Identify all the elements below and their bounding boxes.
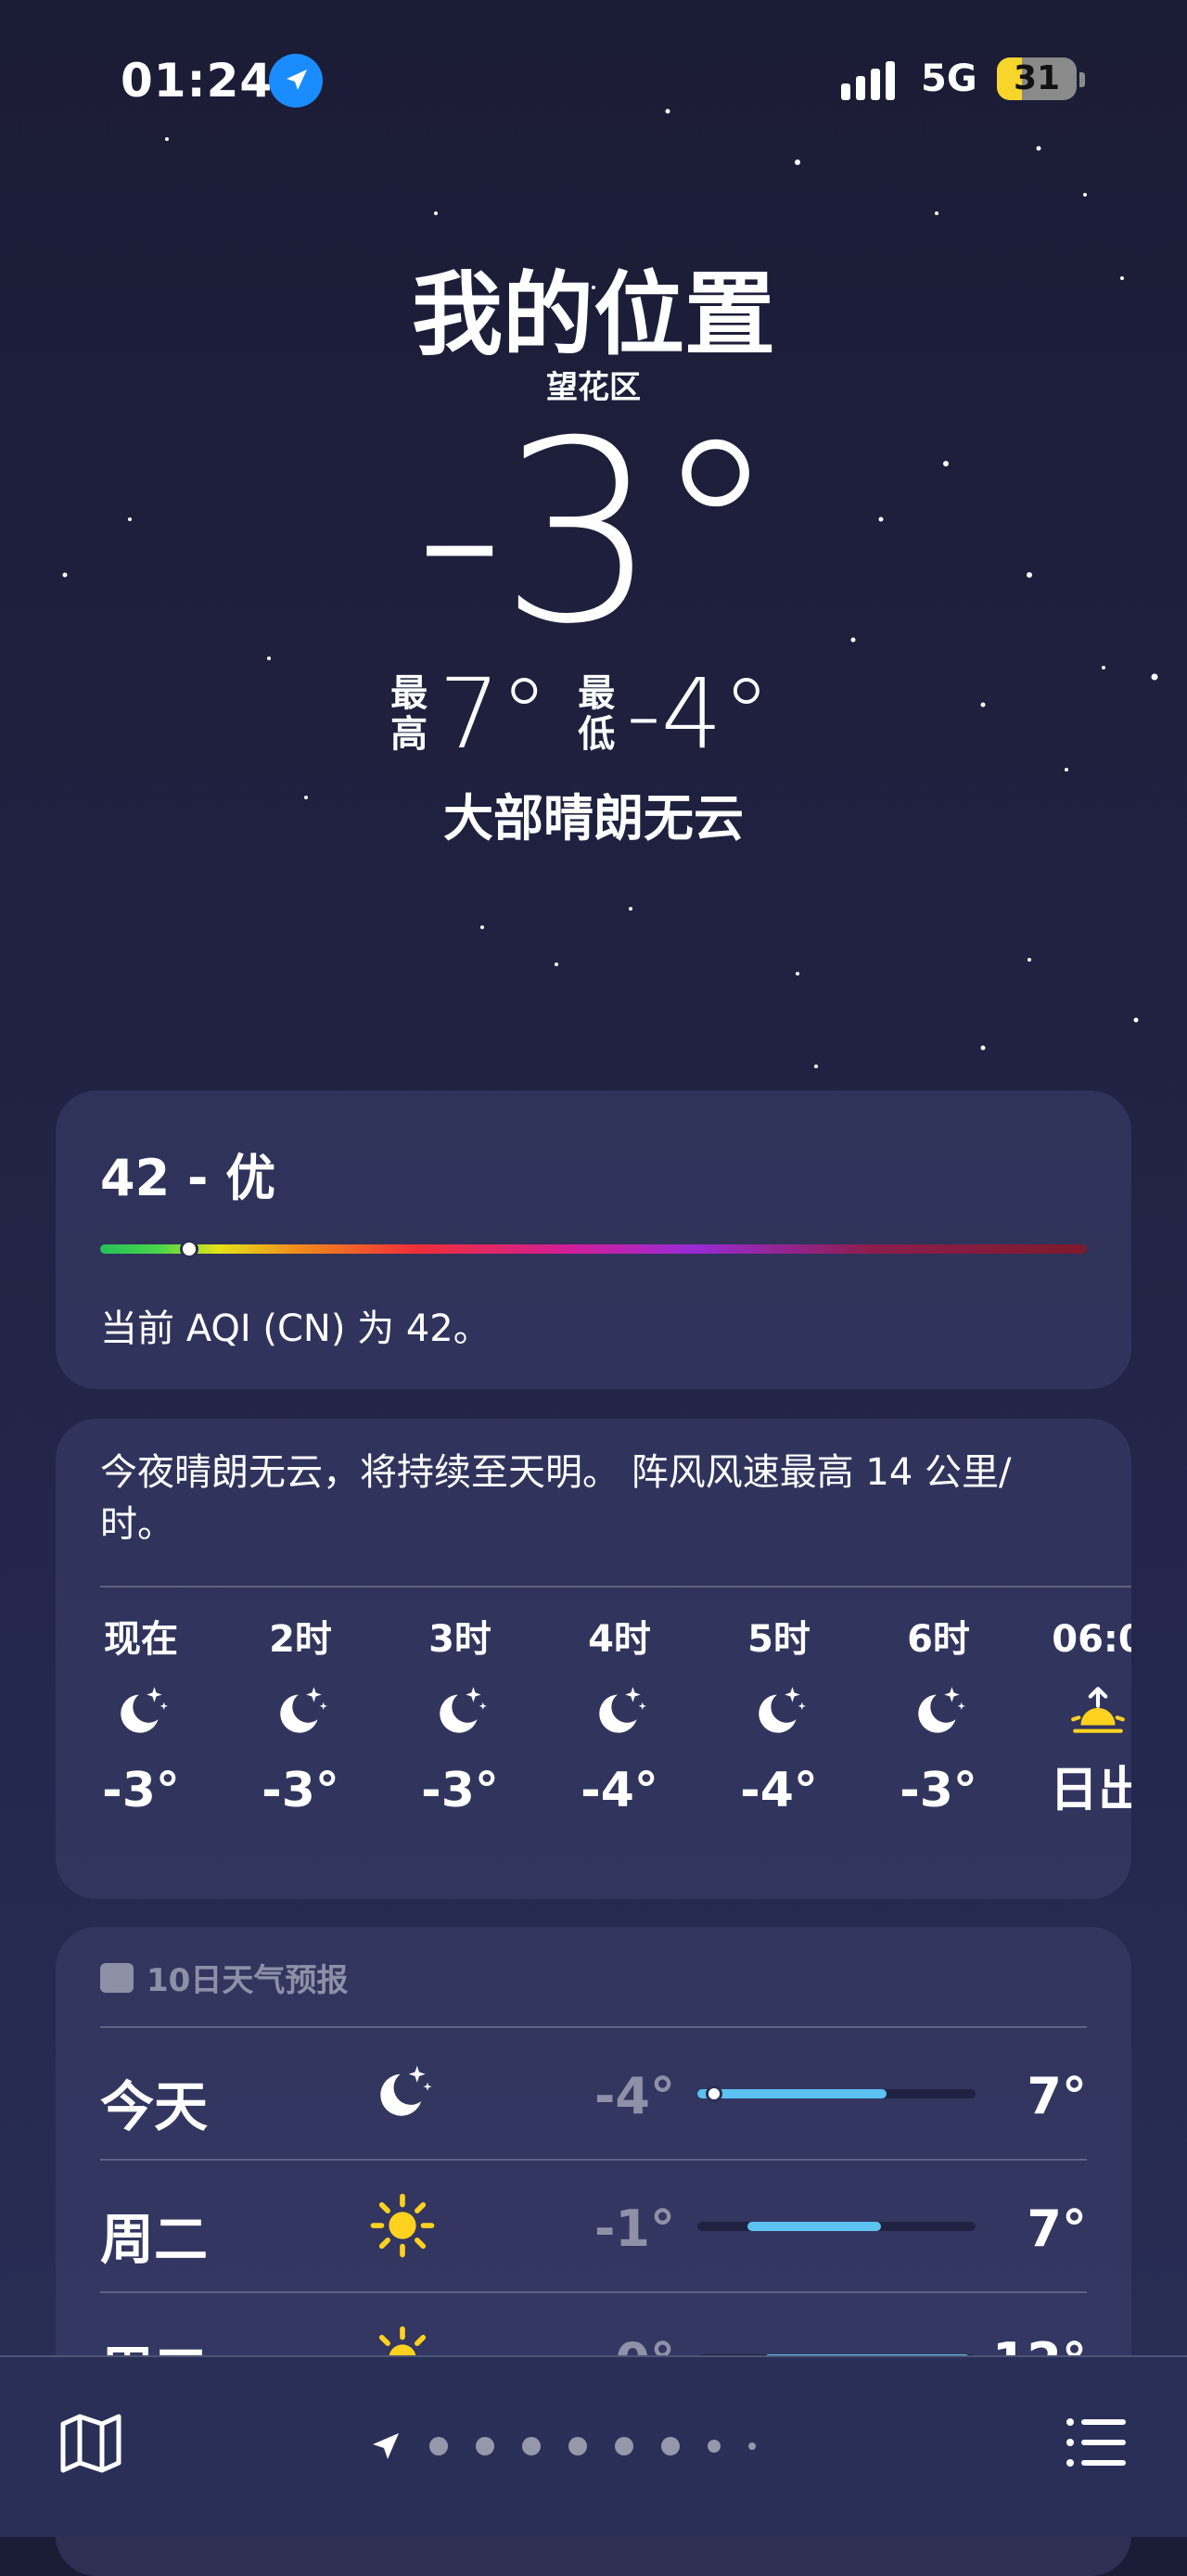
high-temperature: 7° [439, 657, 549, 771]
air-quality-card[interactable]: 42 - 优 当前 AQI (CN) 为 42。 [56, 1090, 1131, 1389]
current-temperature: -3° [414, 387, 778, 679]
location-arrow-icon [269, 54, 323, 108]
divider [100, 2159, 1087, 2161]
moon-stars-icon [67, 1665, 215, 1758]
day-label: 周二 [100, 2208, 209, 2271]
status-bar: 01:24 5G 31 [0, 46, 1187, 121]
moon-stars-icon [545, 1665, 694, 1758]
hourly-item: 06:0 日出 [1024, 1613, 1131, 1823]
hourly-summary: 今夜晴朗无云，将持续至天明。 阵风风速最高 14 公里/时。 [100, 1451, 1012, 1546]
moon-stars-icon [864, 1665, 1013, 1758]
calendar-icon [100, 1962, 134, 1993]
low-temperature: -4° [594, 2067, 675, 2125]
hourly-item: 3时 -3° [386, 1613, 534, 1823]
page-dot[interactable] [661, 2437, 680, 2455]
hourly-item: 4时 -4° [545, 1613, 694, 1823]
hour-label: 6时 [907, 1618, 970, 1661]
current-weather: 我的位置 望花区 -3° 最高 7° 最低 -4° 大部晴朗无云 [0, 260, 1187, 850]
map-icon[interactable] [57, 2409, 124, 2476]
hour-temperature: -4° [740, 1763, 818, 1818]
hour-temperature: -3° [102, 1763, 180, 1818]
aqi-value: 42 - 优 [100, 1149, 276, 1207]
page-dot[interactable] [522, 2437, 541, 2455]
page-dot[interactable] [429, 2437, 448, 2455]
sun-icon [369, 2192, 436, 2259]
page-indicator[interactable] [369, 2428, 770, 2465]
ten-day-header: 10日天气预报 [100, 1955, 348, 2000]
divider [100, 2026, 1087, 2028]
location-title: 我的位置 [411, 262, 775, 368]
sunrise-icon [1024, 1665, 1131, 1758]
hour-temperature: -4° [581, 1763, 658, 1818]
hour-temperature: -3° [900, 1763, 977, 1818]
page-dot[interactable] [748, 2442, 756, 2450]
aqi-indicator [179, 1240, 198, 1258]
hour-label: 4时 [588, 1618, 651, 1661]
page-dot[interactable] [708, 2440, 721, 2453]
page-dot[interactable] [615, 2437, 633, 2455]
hour-label: 06:0 [1052, 1618, 1131, 1661]
aqi-description: 当前 AQI (CN) 为 42。 [100, 1307, 491, 1350]
temperature-range-track [697, 2222, 976, 2231]
high-temperature: 7° [1027, 2067, 1087, 2125]
hourly-item: 6时 -3° [864, 1613, 1013, 1823]
daily-row[interactable]: 周二 -1° 7° [100, 2159, 1087, 2290]
battery-icon: 31 [997, 57, 1077, 100]
high-temperature: 7° [1027, 2200, 1087, 2258]
bottom-toolbar [0, 2355, 1187, 2537]
battery-percent: 31 [1013, 59, 1061, 97]
temperature-range-bar [697, 2089, 887, 2098]
hourly-item: 5时 -4° [705, 1613, 853, 1823]
location-page-icon [373, 2433, 399, 2459]
cellular-signal-icon [841, 61, 895, 100]
page-dot[interactable] [476, 2437, 494, 2455]
divider [100, 2291, 1087, 2293]
hourly-forecast-card[interactable]: 今夜晴朗无云，将持续至天明。 阵风风速最高 14 公里/时。 现在 -3° 2时 -3… [56, 1419, 1131, 1899]
day-label: 今天 [100, 2075, 209, 2138]
moon-stars-icon [369, 2060, 436, 2126]
hour-label: 5时 [747, 1618, 810, 1661]
network-type: 5G [921, 57, 977, 100]
hour-label: 现在 [104, 1618, 178, 1661]
high-low: 最高 7° 最低 -4° [0, 657, 1187, 771]
hourly-item: 2时 -3° [226, 1613, 375, 1823]
city-list-icon[interactable] [1063, 2409, 1130, 2476]
aqi-scale-bar [100, 1240, 1087, 1258]
hour-temperature: -3° [262, 1763, 339, 1818]
hour-label: 2时 [269, 1618, 332, 1661]
status-time: 01:24 [121, 54, 274, 108]
condition-text: 大部晴朗无云 [443, 789, 744, 848]
hour-label: 3时 [428, 1618, 491, 1661]
page-dot[interactable] [568, 2437, 587, 2455]
moon-stars-icon [705, 1665, 853, 1758]
daily-row[interactable]: 今天 -4° 7° [100, 2026, 1087, 2158]
temperature-range-track [697, 2085, 976, 2102]
moon-stars-icon [386, 1665, 534, 1758]
low-temperature: -1° [594, 2200, 675, 2258]
hourly-item: 现在 -3° [67, 1613, 215, 1823]
low-label: 最低 [578, 672, 616, 756]
moon-stars-icon [226, 1665, 375, 1758]
ten-day-title: 10日天气预报 [147, 1962, 349, 1999]
hour-temperature: 日出 [1049, 1763, 1131, 1818]
hour-temperature: -3° [421, 1763, 499, 1818]
low-temperature: -4° [626, 657, 771, 771]
high-label: 最高 [390, 672, 428, 756]
temperature-range-bar [747, 2222, 881, 2231]
divider [100, 1586, 1131, 1588]
battery-cap [1079, 72, 1085, 87]
current-temp-marker [706, 2085, 722, 2102]
